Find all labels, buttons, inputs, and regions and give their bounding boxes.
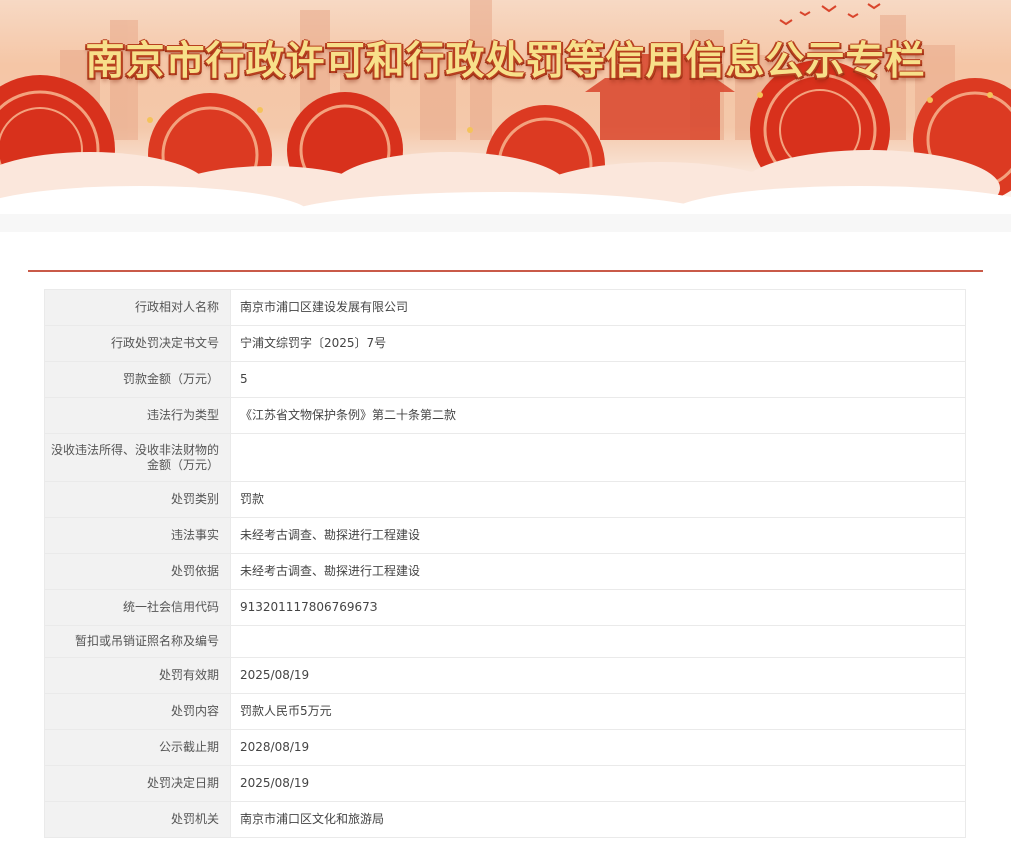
table-row: 处罚决定日期 2025/08/19 <box>44 765 966 802</box>
row-label: 处罚依据 <box>44 553 231 590</box>
row-label: 处罚决定日期 <box>44 765 231 802</box>
table-row: 公示截止期 2028/08/19 <box>44 729 966 766</box>
row-value: 宁浦文综罚字〔2025〕7号 <box>230 325 966 362</box>
table-row: 行政处罚决定书文号 宁浦文综罚字〔2025〕7号 <box>44 325 966 362</box>
row-label: 违法行为类型 <box>44 397 231 434</box>
row-value: 罚款 <box>230 481 966 518</box>
table-row: 罚款金额（万元） 5 <box>44 361 966 398</box>
table-row: 暂扣或吊销证照名称及编号 <box>44 625 966 658</box>
row-label: 罚款金额（万元） <box>44 361 231 398</box>
row-label: 行政相对人名称 <box>44 289 231 326</box>
penalty-info-table: 行政相对人名称 南京市浦口区建设发展有限公司 行政处罚决定书文号 宁浦文综罚字〔… <box>44 289 966 838</box>
table-row: 处罚内容 罚款人民币5万元 <box>44 693 966 730</box>
row-value: 《江苏省文物保护条例》第二十条第二款 <box>230 397 966 434</box>
table-row: 行政相对人名称 南京市浦口区建设发展有限公司 <box>44 289 966 326</box>
row-value: 2028/08/19 <box>230 729 966 766</box>
row-label: 处罚有效期 <box>44 657 231 694</box>
table-row: 处罚类别 罚款 <box>44 481 966 518</box>
table-row: 没收违法所得、没收非法财物的金额（万元） <box>44 433 966 482</box>
row-value: 南京市浦口区文化和旅游局 <box>230 801 966 838</box>
row-value: 罚款人民币5万元 <box>230 693 966 730</box>
row-label: 统一社会信用代码 <box>44 589 231 626</box>
row-label: 暂扣或吊销证照名称及编号 <box>44 625 231 658</box>
row-label: 处罚类别 <box>44 481 231 518</box>
divider-line <box>28 270 983 272</box>
row-value: 未经考古调查、勘探进行工程建设 <box>230 517 966 554</box>
table-row: 处罚有效期 2025/08/19 <box>44 657 966 694</box>
row-label: 处罚内容 <box>44 693 231 730</box>
row-value: 南京市浦口区建设发展有限公司 <box>230 289 966 326</box>
row-value: 2025/08/19 <box>230 765 966 802</box>
banner: 南京市行政许可和行政处罚等信用信息公示专栏 <box>0 0 1011 232</box>
page-title: 南京市行政许可和行政处罚等信用信息公示专栏 <box>85 39 926 84</box>
row-label: 违法事实 <box>44 517 231 554</box>
row-value: 2025/08/19 <box>230 657 966 694</box>
row-label: 公示截止期 <box>44 729 231 766</box>
row-value: 未经考古调查、勘探进行工程建设 <box>230 553 966 590</box>
row-value: 5 <box>230 361 966 398</box>
table-row: 统一社会信用代码 91320111780676967З <box>44 589 966 626</box>
row-label: 行政处罚决定书文号 <box>44 325 231 362</box>
row-label: 处罚机关 <box>44 801 231 838</box>
row-value <box>230 433 966 482</box>
row-value: 91320111780676967З <box>230 589 966 626</box>
row-label: 没收违法所得、没收非法财物的金额（万元） <box>44 433 231 482</box>
table-row: 违法事实 未经考古调查、勘探进行工程建设 <box>44 517 966 554</box>
table-row: 违法行为类型 《江苏省文物保护条例》第二十条第二款 <box>44 397 966 434</box>
row-value <box>230 625 966 658</box>
table-row: 处罚依据 未经考古调查、勘探进行工程建设 <box>44 553 966 590</box>
table-row: 处罚机关 南京市浦口区文化和旅游局 <box>44 801 966 838</box>
